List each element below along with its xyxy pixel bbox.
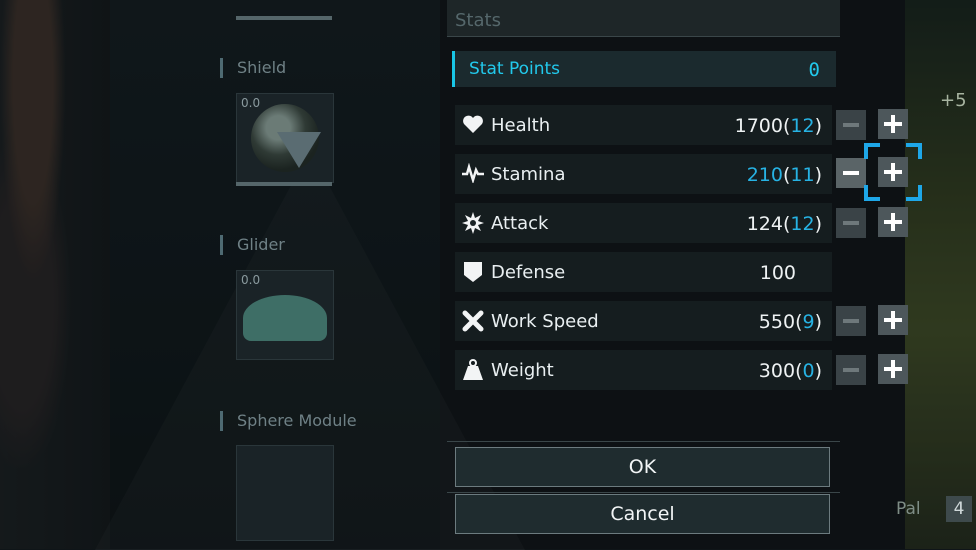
pal-label: Pal (896, 499, 921, 519)
shield-value: 0.0 (241, 96, 261, 110)
shield-durability-bar (236, 182, 332, 186)
stat-label: Attack (491, 213, 549, 234)
stat-value: 124(12) (746, 213, 822, 235)
shield-icon (461, 261, 485, 283)
weight-icon (461, 359, 485, 381)
spiked-gear-icon (461, 212, 485, 234)
cancel-button[interactable]: Cancel (455, 494, 830, 534)
divider (447, 492, 840, 493)
glider-value: 0.0 (241, 273, 261, 287)
shield-slot-title: Shield (220, 58, 286, 78)
health-decrease-button[interactable] (836, 110, 866, 140)
stat-value: 1700(12) (734, 115, 822, 137)
stat-label: Defense (491, 262, 566, 283)
stat-value: 300(0) (758, 360, 822, 382)
sphere-module-slot-title: Sphere Module (220, 411, 357, 431)
stamina-decrease-button[interactable] (836, 158, 866, 188)
stat-points-value: 0 (808, 59, 820, 81)
work-speed-decrease-button[interactable] (836, 306, 866, 336)
stat-label: Weight (491, 360, 554, 381)
stat-row-attack: Attack 124(12) (455, 203, 832, 243)
stats-panel-title: Stats (455, 10, 501, 31)
stat-row-weight: Weight 300(0) (455, 350, 832, 390)
weight-decrease-button[interactable] (836, 355, 866, 385)
work-speed-increase-button[interactable] (878, 305, 908, 335)
pulse-icon (461, 162, 485, 185)
attack-decrease-button[interactable] (836, 208, 866, 238)
boost-text: +5 (940, 90, 967, 111)
stat-label: Health (491, 115, 551, 136)
divider (447, 441, 840, 442)
work-tools-icon (461, 310, 485, 332)
ok-button[interactable]: OK (455, 447, 830, 487)
attack-increase-button[interactable] (878, 207, 908, 237)
glider-slot[interactable]: 0.0 (236, 270, 334, 360)
glider-item-icon (243, 295, 327, 341)
durability-bar (236, 16, 332, 20)
stat-value: 210(11) (746, 164, 822, 186)
stat-value: 100 (759, 262, 796, 284)
stat-row-stamina: Stamina 210(11) (455, 154, 832, 194)
heart-icon (461, 114, 485, 136)
sphere-module-slot[interactable] (236, 445, 334, 541)
weight-increase-button[interactable] (878, 354, 908, 384)
pal-count-badge: 4 (946, 496, 972, 522)
stats-panel-header: Stats (447, 0, 840, 37)
stat-row-work-speed: Work Speed 550(9) (455, 301, 832, 341)
stat-row-defense: Defense 100 (455, 252, 832, 292)
shield-item-icon (251, 104, 321, 172)
stat-points-row: Stat Points 0 (452, 51, 836, 87)
stat-label: Work Speed (491, 311, 599, 332)
stat-points-label: Stat Points (469, 59, 561, 79)
glider-slot-title: Glider (220, 235, 285, 255)
shield-slot[interactable]: 0.0 (236, 93, 334, 183)
stat-label: Stamina (491, 164, 566, 185)
stat-value: 550(9) (758, 311, 822, 333)
stat-row-health: Health 1700(12) (455, 105, 832, 145)
stamina-increase-button[interactable] (878, 157, 908, 187)
health-increase-button[interactable] (878, 109, 908, 139)
